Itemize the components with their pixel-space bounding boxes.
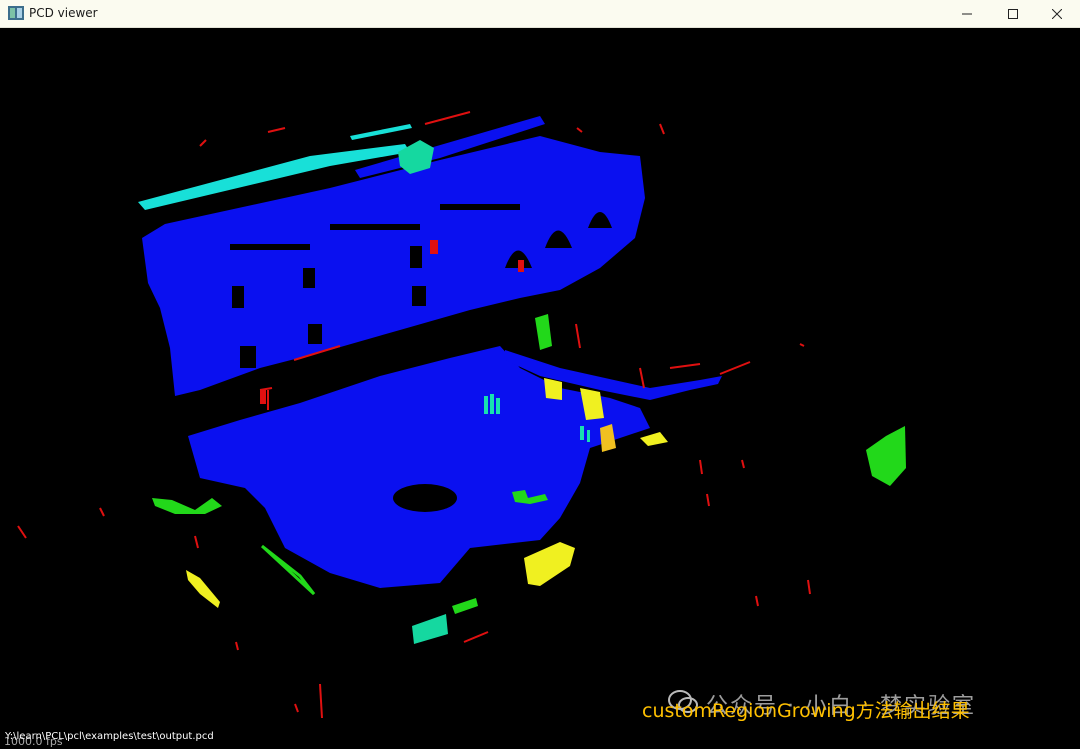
minimize-button[interactable] — [944, 0, 990, 27]
title-bar[interactable]: PCD viewer — [0, 0, 1080, 28]
segment-cyan-top — [350, 124, 412, 140]
segment-aqua-panel — [412, 614, 448, 644]
segment-green-bottom — [452, 598, 478, 614]
point-cloud-viewport[interactable]: 1000.0 fps Y:\learn\PCL\pcl\examples\tes… — [0, 28, 1080, 749]
maximize-button[interactable] — [990, 0, 1036, 27]
file-path-label: Y:\learn\PCL\pcl\examples\test\output.pc… — [5, 731, 214, 742]
segment-yellow-panel — [544, 378, 562, 400]
segment-green-left — [152, 498, 222, 514]
segment-green-pillar — [535, 314, 552, 350]
segment-green-right-sign — [866, 426, 906, 486]
pcd-viewer-window: PCD viewer 1000.0 fps Y:\learn\PCL\pcl\e… — [0, 0, 1080, 749]
segment-blue-facade — [142, 136, 645, 396]
app-icon — [8, 6, 24, 20]
segment-yellow-small — [640, 432, 668, 446]
window-title: PCD viewer — [29, 6, 98, 20]
point-cloud-render[interactable] — [0, 28, 1080, 749]
close-icon — [1052, 8, 1062, 19]
maximize-icon — [1008, 8, 1018, 19]
minimize-icon — [962, 13, 972, 14]
result-caption: customRegionGrowing方法输出结果 — [642, 700, 970, 722]
segment-yellow-left — [186, 570, 220, 608]
close-button[interactable] — [1034, 0, 1080, 27]
plaza-ring-hole — [393, 484, 457, 512]
segment-yellow-bottom-right — [524, 542, 575, 586]
